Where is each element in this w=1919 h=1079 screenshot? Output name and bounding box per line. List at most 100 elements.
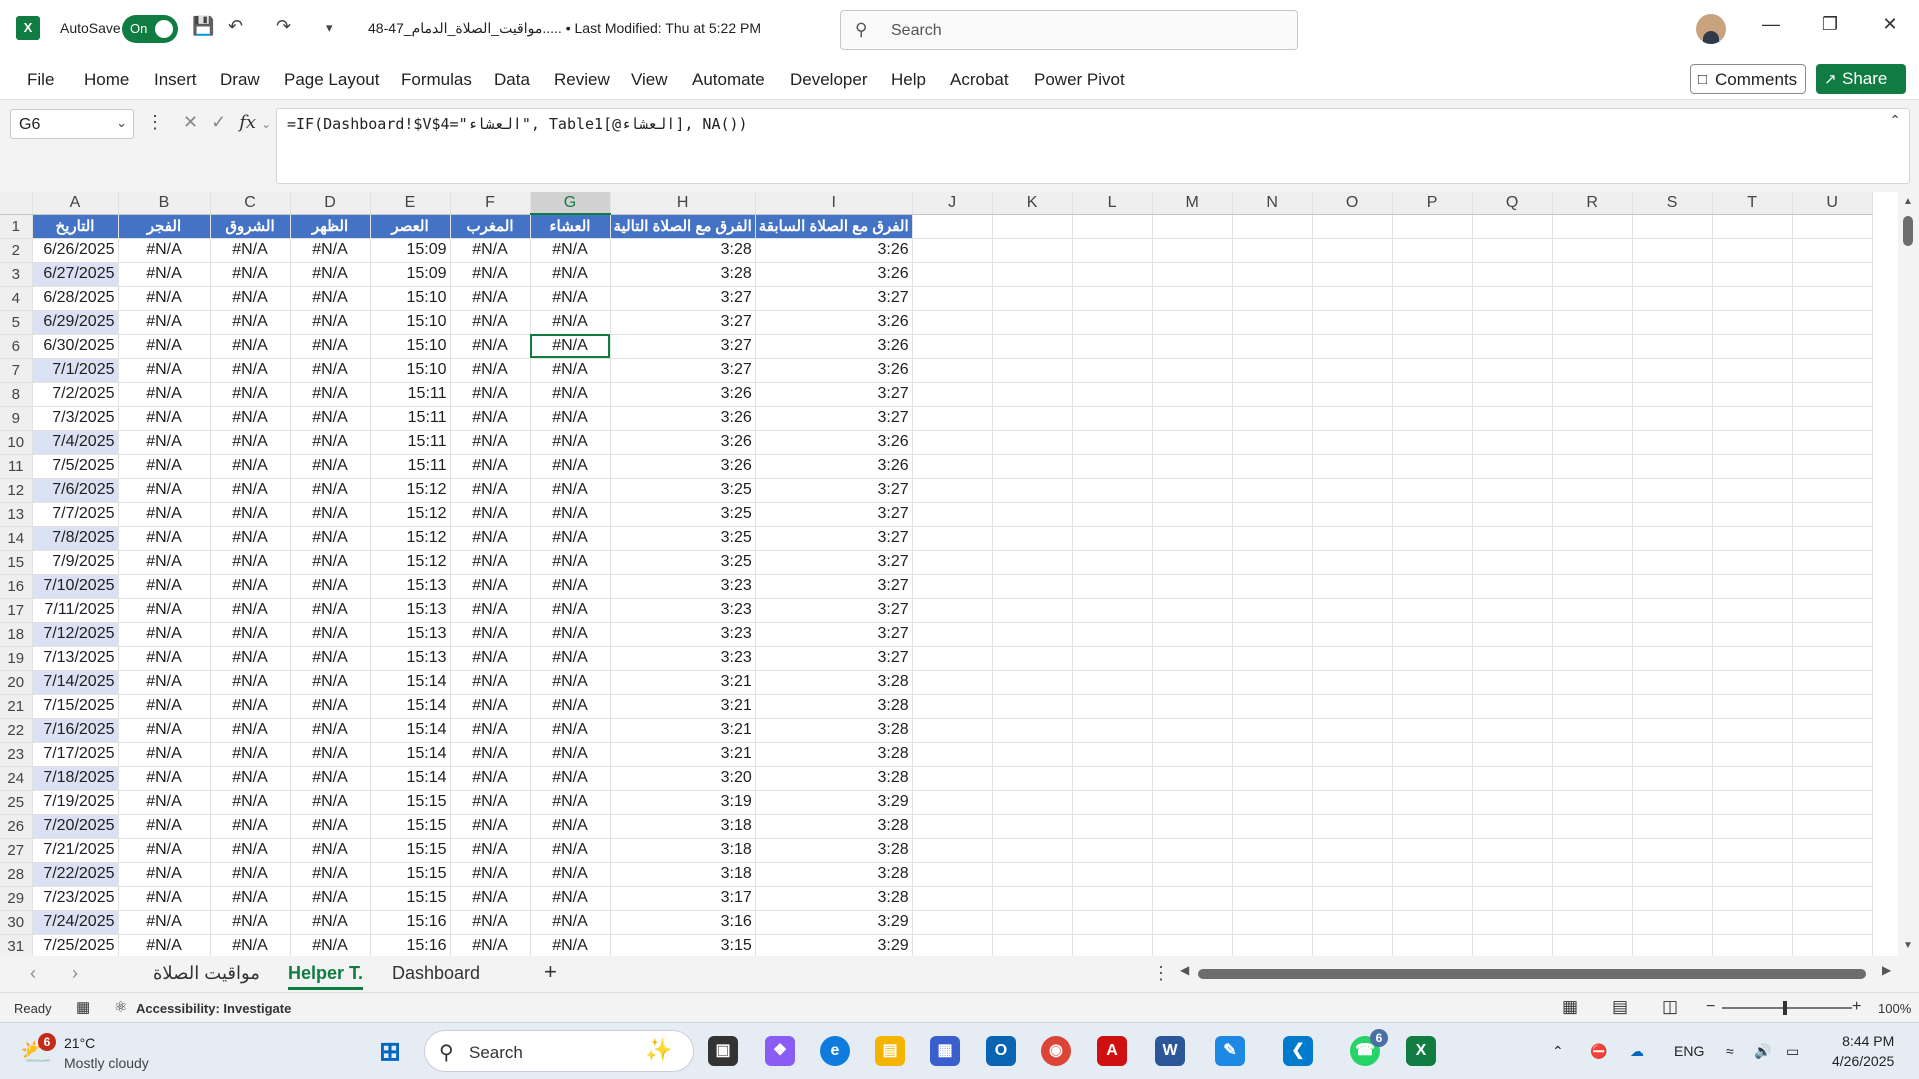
- table-cell[interactable]: 3:28: [755, 838, 913, 863]
- empty-cell[interactable]: [1312, 646, 1393, 671]
- table-cell[interactable]: #N/A: [450, 574, 531, 599]
- empty-cell[interactable]: [1312, 718, 1393, 743]
- empty-cell[interactable]: [1632, 838, 1713, 863]
- tab-view[interactable]: View: [631, 70, 668, 90]
- empty-cell[interactable]: [1712, 670, 1793, 695]
- table-cell[interactable]: #N/A: [530, 670, 611, 695]
- empty-cell[interactable]: [1632, 718, 1713, 743]
- add-sheet-button[interactable]: +: [544, 959, 557, 985]
- row-header[interactable]: 12: [0, 478, 33, 503]
- zoom-slider-handle[interactable]: [1783, 1001, 1787, 1015]
- table-cell[interactable]: 15:13: [370, 598, 451, 623]
- table-cell[interactable]: #N/A: [210, 814, 291, 839]
- empty-cell[interactable]: [1312, 934, 1393, 956]
- table-cell[interactable]: #N/A: [450, 838, 531, 863]
- empty-cell[interactable]: [992, 382, 1073, 407]
- empty-cell[interactable]: [1552, 742, 1633, 767]
- table-cell[interactable]: 7/10/2025: [32, 574, 119, 599]
- row-header[interactable]: 30: [0, 910, 33, 935]
- empty-cell[interactable]: [1632, 454, 1713, 479]
- chevron-up-icon[interactable]: ⌃: [1552, 1043, 1564, 1060]
- column-header-k[interactable]: K: [992, 192, 1073, 215]
- edge-icon[interactable]: e: [820, 1036, 850, 1066]
- table-cell[interactable]: #N/A: [210, 334, 291, 359]
- table-cell[interactable]: #N/A: [450, 454, 531, 479]
- empty-cell[interactable]: [1392, 670, 1473, 695]
- empty-cell[interactable]: [1632, 814, 1713, 839]
- table-cell[interactable]: 3:27: [755, 478, 913, 503]
- empty-cell[interactable]: [1072, 718, 1153, 743]
- row-header[interactable]: 10: [0, 430, 33, 455]
- more-icon[interactable]: ⋮: [146, 112, 164, 132]
- table-cell[interactable]: 15:11: [370, 430, 451, 455]
- empty-cell[interactable]: [1392, 358, 1473, 383]
- empty-cell[interactable]: [1552, 838, 1633, 863]
- table-cell[interactable]: #N/A: [210, 838, 291, 863]
- cancel-icon[interactable]: ✕: [183, 112, 198, 132]
- empty-cell[interactable]: [1072, 262, 1153, 287]
- table-cell[interactable]: #N/A: [290, 406, 371, 431]
- empty-cell[interactable]: [1472, 478, 1553, 503]
- row-header[interactable]: 16: [0, 574, 33, 599]
- table-cell[interactable]: #N/A: [118, 382, 211, 407]
- empty-cell[interactable]: [1392, 382, 1473, 407]
- table-cell[interactable]: 7/7/2025: [32, 502, 119, 527]
- empty-cell[interactable]: [1152, 334, 1233, 359]
- empty-cell[interactable]: [1232, 790, 1313, 815]
- empty-cell[interactable]: [1792, 550, 1873, 575]
- empty-cell[interactable]: [1392, 766, 1473, 791]
- table-cell[interactable]: 3:21: [610, 742, 756, 767]
- row-header[interactable]: 24: [0, 766, 33, 791]
- document-title[interactable]: 48-47_مواقيت_الصلاة_الدمام..... • Last M…: [368, 20, 761, 37]
- empty-cell[interactable]: [1392, 502, 1473, 527]
- empty-cell[interactable]: [1472, 838, 1553, 863]
- table-cell[interactable]: #N/A: [450, 670, 531, 695]
- empty-cell[interactable]: [1792, 766, 1873, 791]
- table-cell[interactable]: #N/A: [210, 526, 291, 551]
- empty-cell[interactable]: [1152, 790, 1233, 815]
- empty-cell[interactable]: [1792, 622, 1873, 647]
- table-cell[interactable]: 7/22/2025: [32, 862, 119, 887]
- table-cell[interactable]: #N/A: [290, 238, 371, 263]
- empty-cell[interactable]: [1232, 214, 1313, 239]
- column-header-i[interactable]: I: [755, 192, 913, 215]
- tab-developer[interactable]: Developer: [790, 70, 868, 90]
- word-icon[interactable]: W: [1155, 1036, 1185, 1066]
- table-cell[interactable]: #N/A: [290, 934, 371, 956]
- empty-cell[interactable]: [1712, 406, 1793, 431]
- table-cell[interactable]: 15:11: [370, 454, 451, 479]
- empty-cell[interactable]: [1472, 790, 1553, 815]
- empty-cell[interactable]: [1232, 406, 1313, 431]
- table-cell[interactable]: 6/26/2025: [32, 238, 119, 263]
- empty-cell[interactable]: [1232, 862, 1313, 887]
- empty-cell[interactable]: [1312, 406, 1393, 431]
- table-cell[interactable]: 15:13: [370, 646, 451, 671]
- empty-cell[interactable]: [1792, 238, 1873, 263]
- table-header-cell[interactable]: الشروق: [210, 214, 291, 239]
- empty-cell[interactable]: [1392, 622, 1473, 647]
- wifi-icon[interactable]: ≈: [1726, 1043, 1734, 1059]
- table-cell[interactable]: 7/2/2025: [32, 382, 119, 407]
- empty-cell[interactable]: [1072, 766, 1153, 791]
- empty-cell[interactable]: [1232, 766, 1313, 791]
- empty-cell[interactable]: [1792, 670, 1873, 695]
- tab-page-layout[interactable]: Page Layout: [284, 70, 379, 90]
- table-cell[interactable]: #N/A: [530, 238, 611, 263]
- empty-cell[interactable]: [992, 670, 1073, 695]
- empty-cell[interactable]: [1472, 742, 1553, 767]
- empty-cell[interactable]: [992, 454, 1073, 479]
- empty-cell[interactable]: [912, 334, 993, 359]
- table-header-cell[interactable]: الفرق مع الصلاة التالية: [610, 214, 756, 239]
- empty-cell[interactable]: [1792, 358, 1873, 383]
- table-cell[interactable]: 7/11/2025: [32, 598, 119, 623]
- table-cell[interactable]: #N/A: [450, 766, 531, 791]
- empty-cell[interactable]: [992, 358, 1073, 383]
- table-cell[interactable]: #N/A: [530, 286, 611, 311]
- column-header-b[interactable]: B: [118, 192, 211, 215]
- empty-cell[interactable]: [1312, 574, 1393, 599]
- scroll-left-icon[interactable]: ◀: [1180, 963, 1189, 977]
- avatar[interactable]: [1696, 14, 1726, 44]
- empty-cell[interactable]: [1472, 718, 1553, 743]
- table-cell[interactable]: #N/A: [210, 382, 291, 407]
- empty-cell[interactable]: [1552, 382, 1633, 407]
